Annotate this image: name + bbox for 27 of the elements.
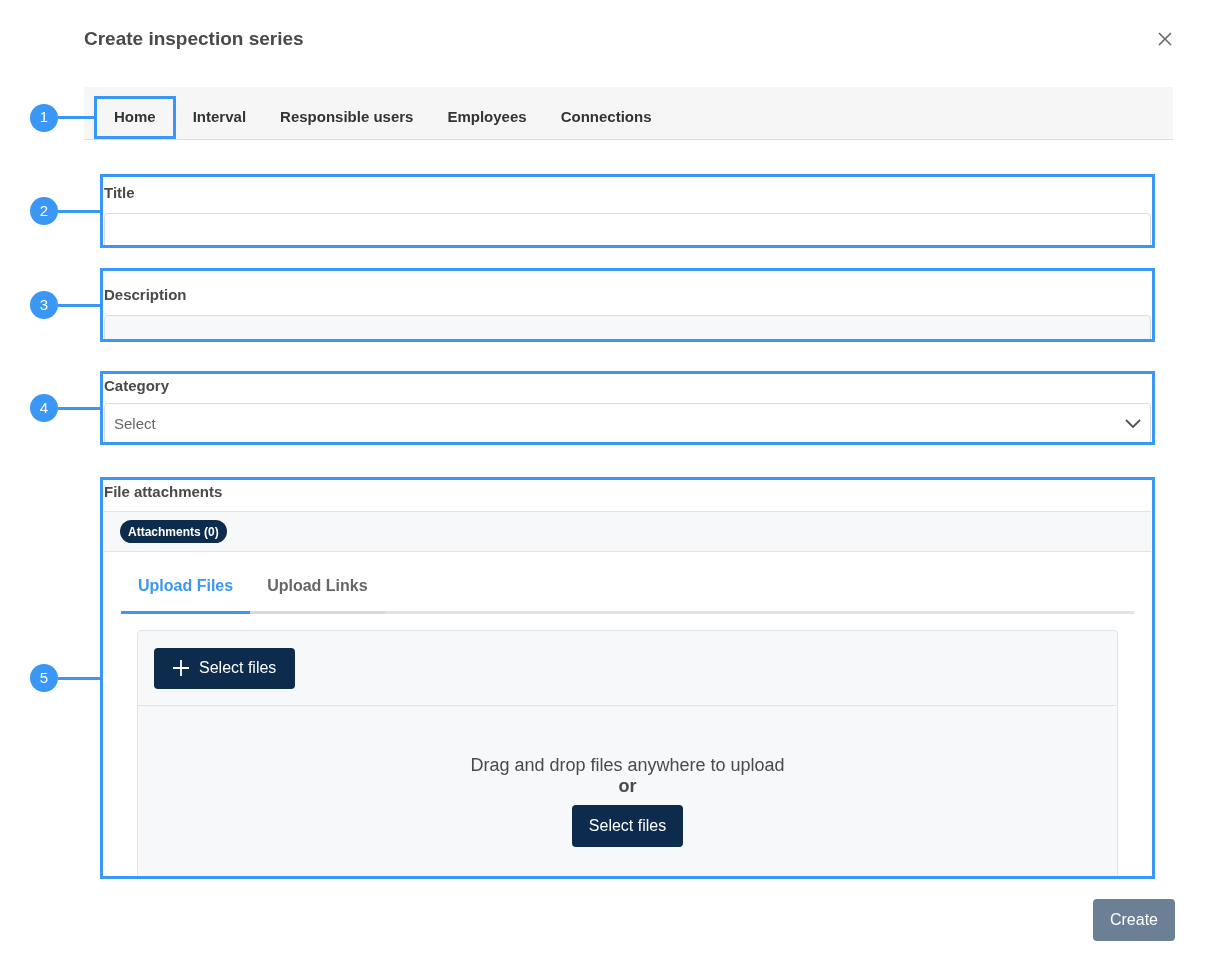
plus-icon [173,660,189,676]
category-select[interactable]: Select [104,403,1151,442]
upload-tab[interactable]: Upload Links [250,574,385,614]
tab[interactable]: Responsible users [263,96,431,139]
tab[interactable]: Connections [543,96,669,139]
field-label: Category [104,376,171,396]
dialog-title: Create inspection series [84,26,304,51]
close-icon [1158,32,1172,46]
tab[interactable]: Interval [175,96,264,139]
drop-zone[interactable]: Select files Drag and drop files anywhere to upload or Select files [137,630,1118,876]
callout-badge: 5 [30,664,58,692]
field-label: File attachments [104,482,224,502]
or-text: or [618,776,637,797]
field-label: Title [104,183,136,203]
drop-hint: Drag and drop files anywhere to upload [470,755,785,776]
select-files-button[interactable]: Select files [154,647,296,689]
leader-line [58,116,94,119]
chevron-down-icon [1125,419,1141,429]
callout-badge: 2 [30,197,58,225]
field-label: Description [104,285,188,305]
callout-badge: 1 [30,103,58,132]
callout-badge: 4 [30,394,58,422]
tab[interactable]: Employees [430,96,544,139]
callout-badge: 3 [30,291,58,319]
attachments-count: Attachments (0) [120,520,227,543]
title-input[interactable] [104,213,1151,245]
select-files-button[interactable]: Select files [571,805,684,847]
